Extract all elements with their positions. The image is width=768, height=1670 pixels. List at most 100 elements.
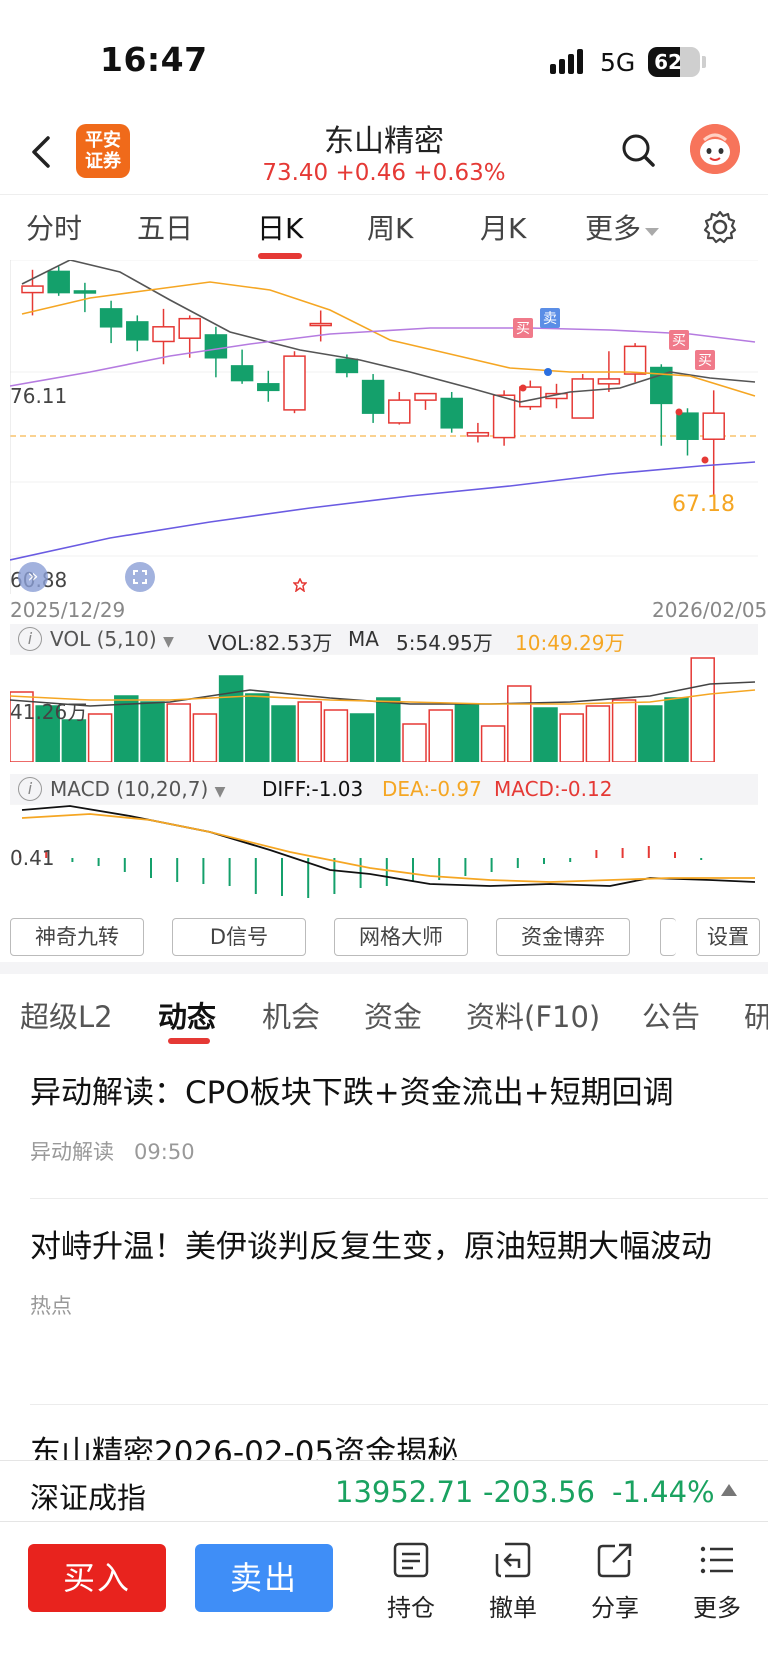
date-start: 2025/12/29 <box>10 598 126 622</box>
volume-bar <box>245 693 270 762</box>
cancel-order-label: 撤单 <box>489 1594 537 1622</box>
tab-more[interactable]: 更多 <box>585 207 661 247</box>
index-value: 13952.71 <box>335 1475 474 1509</box>
date-end: 2026/02/05 <box>652 598 768 622</box>
position-label: 持仓 <box>387 1594 435 1622</box>
tool-magic-nine[interactable]: 神奇九转 <box>10 918 144 956</box>
vol-indicator-bar[interactable]: i VOL (5,10) ▼ VOL:82.53万 MA 5:54.95万 10… <box>10 624 758 655</box>
tab-f10[interactable]: 资料(F10) <box>466 994 600 1036</box>
vol-indicator-name[interactable]: VOL (5,10) ▼ <box>50 627 174 651</box>
tab-research[interactable]: 研 <box>744 994 768 1036</box>
candle-body <box>361 379 385 414</box>
more-icon <box>700 1546 733 1574</box>
volume-bar <box>297 701 322 762</box>
avatar[interactable] <box>690 124 740 174</box>
sell-button[interactable]: 卖出 <box>195 1544 333 1612</box>
share-button[interactable]: 分享 <box>570 1540 660 1623</box>
volume-bar <box>114 695 139 762</box>
news-source: 异动解读 <box>30 1140 114 1164</box>
volume-bar <box>166 703 191 762</box>
position-icon <box>393 1542 429 1578</box>
trade-point-dot <box>544 368 552 376</box>
tab-weekly-k[interactable]: 周K <box>367 207 413 247</box>
event-marker-icon[interactable] <box>293 578 307 592</box>
buy-signal-tag: 买 <box>698 353 712 369</box>
volume-bar <box>140 701 165 762</box>
fullscreen-button[interactable] <box>125 562 155 592</box>
news-item[interactable]: 东山精密2026-02-05资金揭秘 <box>30 1428 750 1460</box>
candle-body <box>440 397 463 429</box>
tool-grid-master[interactable]: 网格大师 <box>334 918 468 956</box>
status-time: 16:47 <box>100 40 208 79</box>
volume-bar <box>192 713 218 762</box>
tab-dynamics[interactable]: 动态 <box>158 994 216 1036</box>
caret-down-icon <box>645 228 660 236</box>
macd-dea-line <box>21 813 755 883</box>
tab-super-l2[interactable]: 超级L2 <box>20 994 113 1036</box>
volume-chart[interactable]: 41.26万 <box>10 654 758 762</box>
volume-bar <box>87 713 113 762</box>
info-icon[interactable]: i <box>18 627 42 651</box>
candle-body <box>335 358 359 374</box>
volume-bar <box>271 705 296 762</box>
position-button[interactable]: 持仓 <box>366 1540 456 1623</box>
news-title: 东山精密2026-02-05资金揭秘 <box>30 1435 459 1460</box>
candle-body <box>702 412 725 440</box>
buy-button[interactable]: 买入 <box>28 1544 166 1612</box>
index-ticker-bar[interactable]: 深证成指 13952.71 -203.56 -1.44% <box>0 1460 768 1522</box>
volume-bar <box>611 699 637 762</box>
macd-indicator-bar[interactable]: i MACD (10,20,7) ▼ DIFF:-1.03 DEA:-0.97 … <box>10 774 758 804</box>
expand-left-button[interactable]: » <box>18 562 48 592</box>
cancel-order-icon <box>495 1542 531 1578</box>
gear-icon[interactable] <box>702 209 738 245</box>
news-tabs: 超级L2 动态 机会 资金 资料(F10) 公告 研 <box>0 974 768 1046</box>
news-title: 对峙升温！美伊谈判反复生变，原油短期大幅波动 <box>30 1229 712 1265</box>
tab-daily-k[interactable]: 日K <box>257 207 303 247</box>
tab-announcements[interactable]: 公告 <box>642 994 700 1036</box>
tab-opportunity[interactable]: 机会 <box>262 994 320 1036</box>
vol-axis-label: 41.26万 <box>10 700 88 724</box>
search-icon[interactable] <box>620 132 656 168</box>
tab-intraday[interactable]: 分时 <box>26 207 82 247</box>
expand-up-icon[interactable] <box>720 1483 738 1497</box>
tool-hidden[interactable] <box>660 918 676 956</box>
section-gap <box>0 962 768 974</box>
sell-signal-tag: 卖 <box>543 311 557 327</box>
trade-point-dot <box>701 456 709 464</box>
battery-tip <box>702 56 706 68</box>
tool-settings[interactable]: 设置 <box>696 918 760 956</box>
macd-indicator-name[interactable]: MACD (10,20,7) ▼ <box>50 777 225 801</box>
candle-body <box>73 290 97 294</box>
vol-svg <box>10 654 758 762</box>
share-label: 分享 <box>591 1594 639 1622</box>
news-item[interactable]: 对峙升温！美伊谈判反复生变，原油短期大幅波动 热点 <box>30 1222 750 1320</box>
news-divider <box>30 1404 768 1405</box>
macd-diff: DIFF:-1.03 <box>262 777 364 801</box>
vol-ma5: 5:54.95万 <box>396 631 493 655</box>
tab-funds[interactable]: 资金 <box>364 994 422 1036</box>
volume-bar <box>664 697 689 762</box>
candle-body <box>204 334 228 359</box>
buy-signal-tag: 买 <box>516 321 530 337</box>
volume-bar <box>376 697 401 762</box>
index-name: 深证成指 <box>30 1481 147 1515</box>
index-change-pct: -1.44% <box>612 1475 715 1509</box>
cancel-order-button[interactable]: 撤单 <box>468 1540 558 1623</box>
macd-chart[interactable]: 0.41 <box>10 804 758 908</box>
signal-icon <box>550 49 583 74</box>
news-item[interactable]: 异动解读：CPO板块下跌+资金流出+短期回调 异动解读 09:50 <box>30 1068 750 1166</box>
more-button[interactable]: 更多 <box>672 1540 762 1623</box>
tab-five-day[interactable]: 五日 <box>137 207 193 247</box>
candle-body <box>152 326 175 343</box>
caret-down-icon: ▼ <box>214 784 226 800</box>
volume-bar <box>428 709 453 762</box>
info-icon[interactable]: i <box>18 777 42 801</box>
kline-chart[interactable]: 买卖买买 76.11 60.88 67.18 » <box>10 260 758 594</box>
tool-fund-game[interactable]: 资金博弈 <box>496 918 630 956</box>
low-price-label: 67.18 <box>672 492 735 517</box>
tool-d-signal[interactable]: D信号 <box>172 918 306 956</box>
tab-monthly-k[interactable]: 月K <box>480 207 526 247</box>
period-tabs: 分时 五日 日K 周K 月K 更多 <box>0 194 768 260</box>
volume-bar <box>454 703 480 762</box>
trade-action-bar: 买入 卖出 持仓 撤单 分享 更多 <box>0 1522 768 1670</box>
